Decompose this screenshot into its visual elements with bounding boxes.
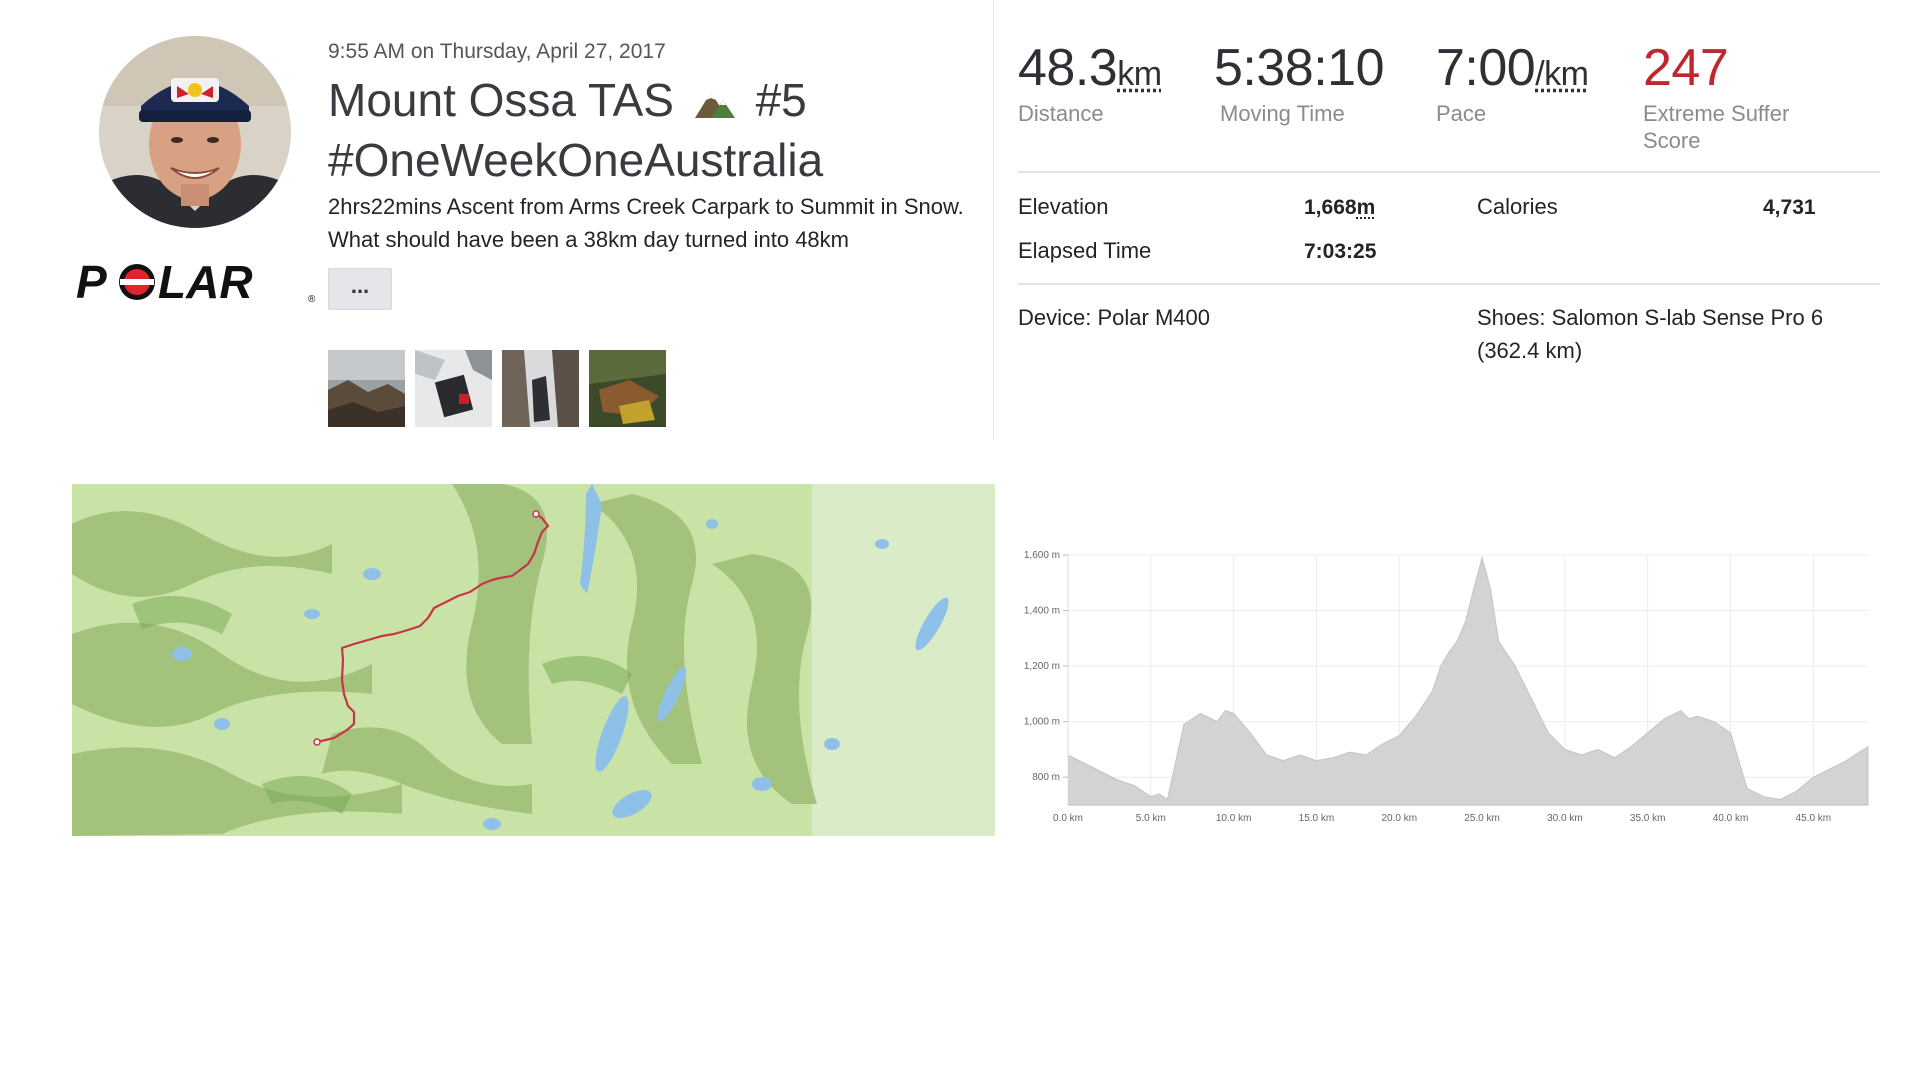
x-tick-label: 10.0 km — [1216, 813, 1252, 824]
vertical-divider — [993, 0, 994, 440]
y-axis: 1,600 m 1,400 m 1,200 m 1,000 m 800 m — [1024, 550, 1069, 805]
activity-title: Mount Ossa TAS #5 #OneWeekOneAustralia — [328, 72, 968, 188]
x-tick-label: 15.0 km — [1299, 813, 1335, 824]
stat-distance: 48.3km Distance — [1018, 38, 1162, 127]
y-tick-label: 1,200 m — [1024, 661, 1060, 672]
x-tick-label: 5.0 km — [1136, 813, 1166, 824]
elevation-label: Elevation — [1018, 194, 1109, 219]
route-map[interactable] — [72, 484, 995, 836]
elevation-chart[interactable]: 1,600 m 1,400 m 1,200 m 1,000 m 800 m 0.0 km… — [1010, 535, 1890, 835]
title-number: #5 — [755, 74, 807, 126]
mountain-icon — [693, 76, 737, 132]
moving-time-value: 5:38:10 — [1214, 39, 1385, 97]
polar-logo: P LAR ® — [76, 256, 322, 308]
distance-value: 48.3 — [1018, 39, 1118, 97]
stat-suffer-score: 247 Extreme Suffer Score — [1643, 38, 1843, 154]
distance-unit[interactable]: km — [1117, 55, 1162, 93]
photo-thumbnail[interactable] — [589, 350, 666, 427]
elevation-value: 1,668m — [1304, 196, 1376, 219]
activity-description: 2hrs22mins Ascent from Arms Creek Carpar… — [328, 194, 964, 252]
x-tick-label: 20.0 km — [1381, 813, 1417, 824]
photo-thumbnail[interactable] — [502, 350, 579, 427]
elevation-unit[interactable]: m — [1357, 196, 1376, 219]
distance-label: Distance — [1018, 101, 1104, 126]
gear-divider — [1018, 283, 1880, 285]
x-tick-label: 30.0 km — [1547, 813, 1583, 824]
calories-value: 4,731 — [1763, 196, 1816, 219]
elapsed-time-value: 7:03:25 — [1304, 240, 1377, 263]
photo-thumbnail[interactable] — [415, 350, 492, 427]
svg-text:LAR: LAR — [158, 256, 253, 306]
activity-timestamp: 9:55 AM on Thursday, April 27, 2017 — [328, 40, 666, 63]
x-tick-label: 25.0 km — [1464, 813, 1500, 824]
pace-unit[interactable]: /km — [1535, 55, 1589, 93]
x-tick-label: 45.0 km — [1796, 813, 1832, 824]
stat-moving-time: 5:38:10 Moving Time — [1214, 38, 1385, 127]
y-tick-label: 1,600 m — [1024, 550, 1060, 561]
shoes-info[interactable]: Shoes: Salomon S-lab Sense Pro 6 (362.4 … — [1477, 301, 1877, 367]
suffer-score-value: 247 — [1643, 39, 1729, 97]
title-hashtag: #OneWeekOneAustralia — [328, 133, 824, 186]
elevation-area — [1067, 555, 1869, 806]
x-tick-label: 40.0 km — [1713, 813, 1749, 824]
moving-time-label: Moving Time — [1220, 101, 1345, 126]
avatar[interactable] — [99, 36, 291, 228]
calories-label: Calories — [1477, 194, 1558, 219]
x-tick-label: 0.0 km — [1053, 813, 1083, 824]
y-tick-label: 800 m — [1032, 772, 1060, 783]
title-text: Mount Ossa TAS — [328, 74, 674, 126]
svg-text:®: ® — [308, 294, 316, 305]
elapsed-time-label: Elapsed Time — [1018, 238, 1152, 263]
photo-thumbnail[interactable] — [328, 350, 405, 427]
pace-label: Pace — [1436, 101, 1487, 126]
x-axis: 0.0 km 5.0 km 10.0 km 15.0 km 20.0 km 25.0 km… — [1053, 804, 1868, 824]
stat-pace: 7:00/km Pace — [1436, 38, 1589, 127]
photo-strip — [328, 350, 666, 427]
suffer-score-label: Extreme Suffer Score — [1643, 101, 1790, 153]
x-tick-label: 35.0 km — [1630, 813, 1666, 824]
device-info: Device: Polar M400 — [1018, 305, 1210, 330]
y-tick-label: 1,000 m — [1024, 717, 1060, 728]
y-tick-label: 1,400 m — [1024, 606, 1060, 617]
more-button[interactable]: ... — [328, 268, 392, 310]
stats-divider — [1018, 171, 1880, 173]
pace-value: 7:00 — [1436, 39, 1536, 97]
svg-text:P: P — [76, 256, 107, 306]
